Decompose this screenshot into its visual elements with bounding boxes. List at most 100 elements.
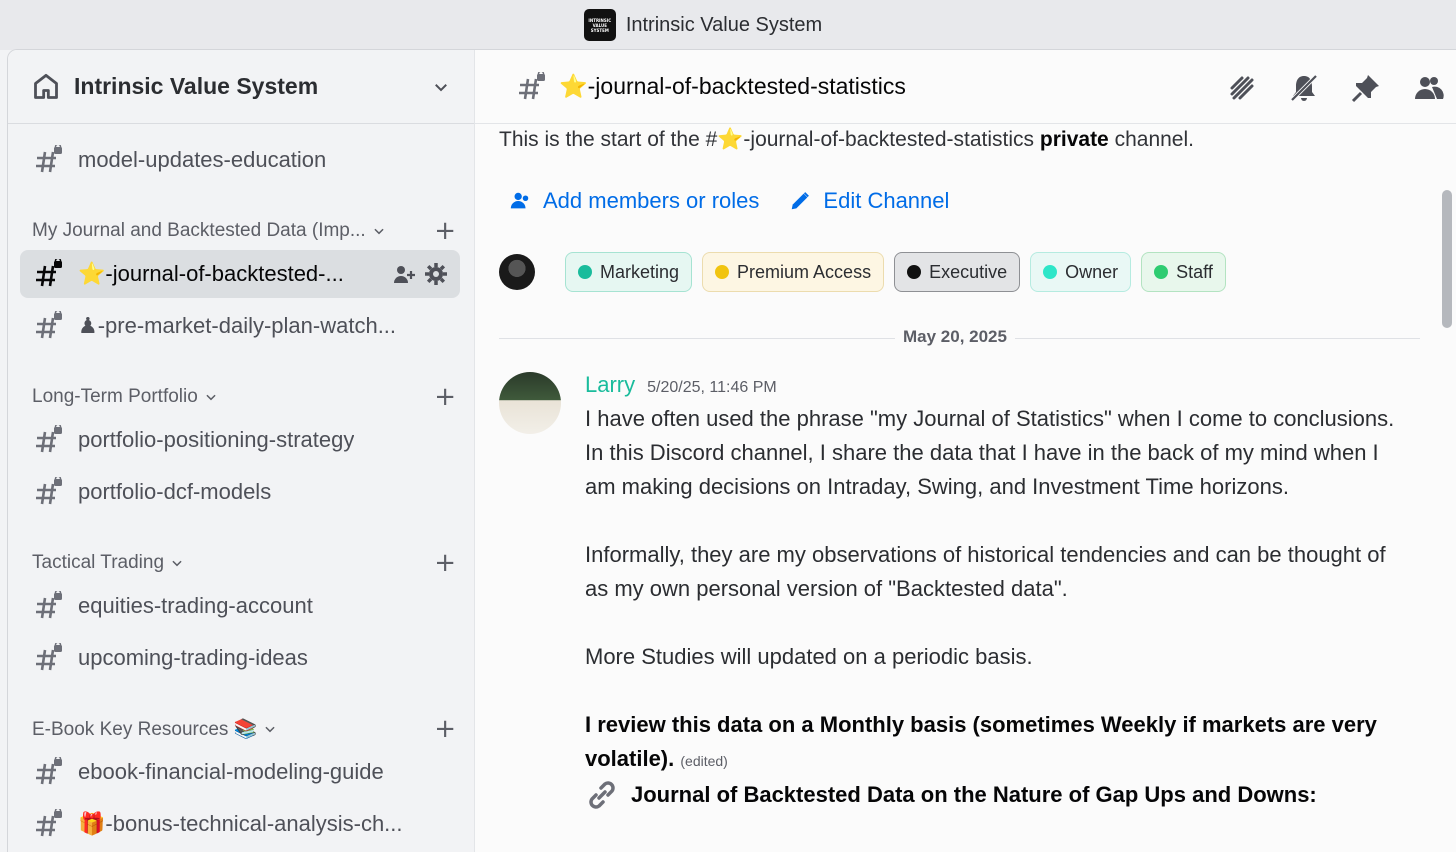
role-color-dot [715,265,730,279]
intro-bold: private [1039,128,1109,151]
category-tactical-trading[interactable]: Tactical Trading + [32,548,456,578]
channel-title: ⭐-journal-of-backtested-statistics [559,73,906,99]
role-chip-owner[interactable]: Owner [1030,252,1132,292]
channel-equities-trading-account[interactable]: equities-trading-account [20,582,460,630]
category-label: Long-Term Portfolio [32,386,198,407]
channel-label: upcoming-trading-ideas [78,645,308,670]
role-chip-marketing[interactable]: Marketing [565,252,693,292]
edit-channel-button[interactable]: Edit Channel [789,188,949,214]
add-channel-icon[interactable]: + [434,384,456,410]
edited-tag: (edited) [680,753,728,769]
role-color-dot [1154,265,1169,279]
add-channel-icon[interactable]: + [434,550,456,576]
channel-label: ebook-financial-modeling-guide [78,759,384,784]
pin-icon[interactable] [1350,72,1382,104]
pencil-icon [792,192,810,210]
chat-main: ⭐-journal-of-backtested-statistics This … [474,50,1456,852]
role-color-dot [578,265,592,279]
message-paragraph: I have often used the phrase "my Journal… [585,406,1395,499]
channel-label: portfolio-positioning-strategy [78,427,355,452]
date-divider-label: May 20, 2025 [895,327,1015,347]
role-label: Owner [1065,261,1119,282]
channel-portfolio-dcf-models[interactable]: portfolio-dcf-models [20,468,460,516]
channel-label: 🎁-bonus-technical-analysis-ch... [78,811,403,836]
message-paragraph: More Studies will updated on a periodic … [585,644,1033,669]
channel-sidebar: Intrinsic Value System model-updates-edu… [8,50,474,852]
edit-channel-label: Edit Channel [823,188,950,213]
add-members-icon [510,192,529,209]
channel-label: model-updates-education [78,147,327,172]
channel-journal-of-backtested-statistics[interactable]: ⭐-journal-of-backtested-... [20,250,460,298]
private-channel-hash-icon [36,425,62,453]
channel-bonus-technical-analysis[interactable]: 🎁-bonus-technical-analysis-ch... [20,800,460,848]
threads-icon[interactable] [1226,72,1258,104]
server-name: Intrinsic Value System [74,73,319,99]
channel-label: equities-trading-account [78,593,313,618]
channel-portfolio-positioning-strategy[interactable]: portfolio-positioning-strategy [20,416,460,464]
member-list-icon[interactable] [1412,72,1444,104]
chevron-down-icon[interactable] [432,78,450,96]
channel-intro: This is the start of the #⭐-journal-of-b… [499,128,1194,152]
role-color-dot [907,265,922,279]
category-label: My Journal and Backtested Data (Imp... [32,220,366,241]
intro-prefix: This is the start of the #⭐-journal-of-b… [499,128,1035,151]
channel-label: portfolio-dcf-models [78,479,272,504]
chevron-down-icon [172,560,182,567]
channel-model-updates-education[interactable]: model-updates-education [20,136,460,184]
channel-actions: Add members or roles Edit Channel [509,188,949,214]
add-members-label: Add members or roles [543,188,760,213]
channel-ebook-financial-modeling-guide[interactable]: ebook-financial-modeling-guide [20,748,460,796]
role-chip-executive[interactable]: Executive [894,252,1021,292]
category-ebook-key-resources[interactable]: E-Book Key Resources 📚 + [32,714,456,744]
role-color-dot [1043,265,1058,279]
role-label: Staff [1176,261,1213,282]
invite-user-icon[interactable] [392,262,416,286]
avatar[interactable] [499,372,561,434]
category-long-term-portfolio[interactable]: Long-Term Portfolio + [32,382,456,412]
channel-upcoming-trading-ideas[interactable]: upcoming-trading-ideas [20,634,460,682]
gear-icon[interactable] [424,262,448,286]
private-channel-hash-icon [36,311,62,339]
avatar[interactable] [499,254,535,290]
channel-label: ♟-pre-market-daily-plan-watch... [78,313,397,338]
window-titlebar: INTRINSIC VALUE SYSTEM Intrinsic Value S… [0,0,1456,50]
server-home-icon [34,73,58,99]
role-chip-premium-access[interactable]: Premium Access [702,252,885,292]
link-icon [589,781,615,809]
add-channel-icon[interactable]: + [434,218,456,244]
add-members-button[interactable]: Add members or roles [509,188,759,214]
message-header: Larry 5/20/25, 11:46 PM [585,372,777,398]
private-channel-hash-icon [36,757,62,785]
private-channel-hash-icon [36,259,62,287]
server-header[interactable]: Intrinsic Value System [8,50,474,124]
private-channel-hash-icon [36,643,62,671]
category-label: Tactical Trading [32,552,165,573]
channel-pre-market-daily-plan[interactable]: ♟-pre-market-daily-plan-watch... [20,302,460,350]
chevron-down-icon [265,726,275,733]
link-text: Journal of Backtested Data on the Nature… [631,782,1317,807]
chevron-down-icon [374,228,384,235]
private-channel-hash-icon [36,591,62,619]
role-label: Marketing [600,261,680,282]
intro-suffix: channel. [1114,128,1194,151]
channel-header: ⭐-journal-of-backtested-statistics [475,50,1456,124]
add-channel-icon[interactable]: + [434,716,456,742]
message-content: I have often used the phrase "my Journal… [585,402,1405,812]
role-chip-staff[interactable]: Staff [1141,252,1226,292]
message-paragraph: Informally, they are my observations of … [585,542,1386,601]
window-title: Intrinsic Value System [625,13,823,36]
message-author[interactable]: Larry [585,372,635,398]
channel-label: ⭐-journal-of-backtested-... [78,261,344,286]
message-bold-paragraph: I review this data on a Monthly basis (s… [585,708,1405,778]
private-channel-hash-icon [36,809,62,837]
category-my-journal[interactable]: My Journal and Backtested Data (Imp... + [32,216,456,246]
app-frame: Intrinsic Value System model-updates-edu… [7,49,1456,852]
message-timestamp: 5/20/25, 11:46 PM [647,379,777,396]
notification-muted-icon[interactable] [1288,72,1320,104]
private-channel-hash-icon [36,145,62,173]
scrollbar[interactable] [1442,190,1452,328]
private-channel-hash-icon [36,477,62,505]
roles-row: Marketing Premium Access Executive Owner… [499,252,1226,292]
app-logo: INTRINSIC VALUE SYSTEM [583,9,616,41]
chevron-down-icon [206,394,216,401]
